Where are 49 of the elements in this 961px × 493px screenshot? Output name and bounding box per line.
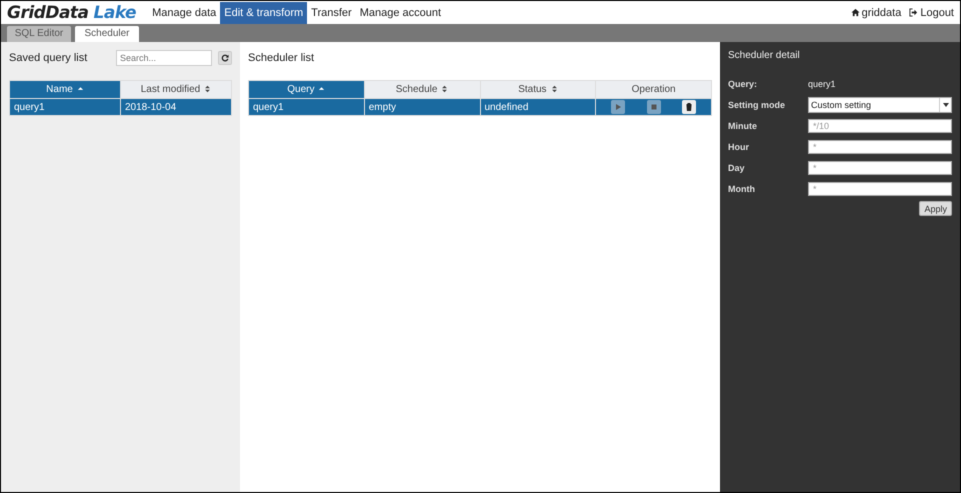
app-logo: GridData Lake [7, 2, 136, 22]
field-label: Month [728, 184, 756, 194]
nav-link[interactable]: Manage data [148, 2, 220, 24]
input-field[interactable]: */10 [808, 119, 952, 133]
sort-icon [204, 85, 212, 94]
field-label: Setting mode [728, 100, 786, 110]
mode-dropdown[interactable]: Custom setting [808, 97, 952, 113]
trash-icon [684, 102, 694, 112]
column-header[interactable]: Operation [596, 80, 712, 98]
input-field[interactable]: * [808, 140, 952, 154]
table-cell: query1 [248, 98, 364, 116]
logout-icon [909, 8, 918, 17]
refresh-button[interactable] [218, 51, 232, 65]
query-name: query1 [808, 79, 836, 89]
field-label: Query: [728, 79, 758, 89]
column-header[interactable]: Query [248, 80, 364, 98]
stop-icon [648, 102, 659, 112]
field-label: Hour [728, 142, 750, 152]
caret-icon [942, 103, 948, 107]
table-cell: empty [364, 98, 480, 116]
home-icon [850, 8, 860, 17]
tab[interactable]: Scheduler [75, 26, 139, 42]
panel-title: Saved query list [9, 52, 88, 64]
sort-icon [441, 85, 448, 94]
delete-button[interactable] [682, 100, 696, 114]
input-field[interactable]: * [808, 161, 952, 175]
field-label: Day [728, 163, 746, 173]
nav-link[interactable]: Transfer [307, 2, 356, 24]
table-cell: undefined [480, 98, 596, 116]
panel-title: Scheduler detail [728, 50, 801, 61]
search-field[interactable]: Search... [116, 50, 212, 66]
column-header[interactable]: Status [480, 80, 596, 98]
column-header[interactable]: Last modified [120, 80, 232, 98]
column-header[interactable]: Name [10, 80, 120, 98]
refresh-icon [221, 54, 229, 62]
logout-link[interactable]: Logout [920, 6, 954, 18]
nav-link[interactable]: Manage account [356, 2, 446, 24]
panel-title: Scheduler list [248, 52, 314, 64]
user-link[interactable]: griddata [862, 6, 902, 18]
sort-icon [550, 85, 558, 94]
input-field[interactable]: * [808, 182, 952, 196]
nav-link[interactable]: Edit & transform [220, 2, 308, 24]
table-cell: 2018-10-04 [120, 98, 232, 116]
column-header[interactable]: Schedule [364, 80, 480, 98]
table-cell: query1 [10, 98, 120, 116]
tab[interactable]: SQL Editor [7, 26, 71, 42]
apply-button[interactable]: Apply [919, 201, 952, 216]
play-icon [613, 102, 624, 112]
field-label: Minute [728, 121, 758, 131]
